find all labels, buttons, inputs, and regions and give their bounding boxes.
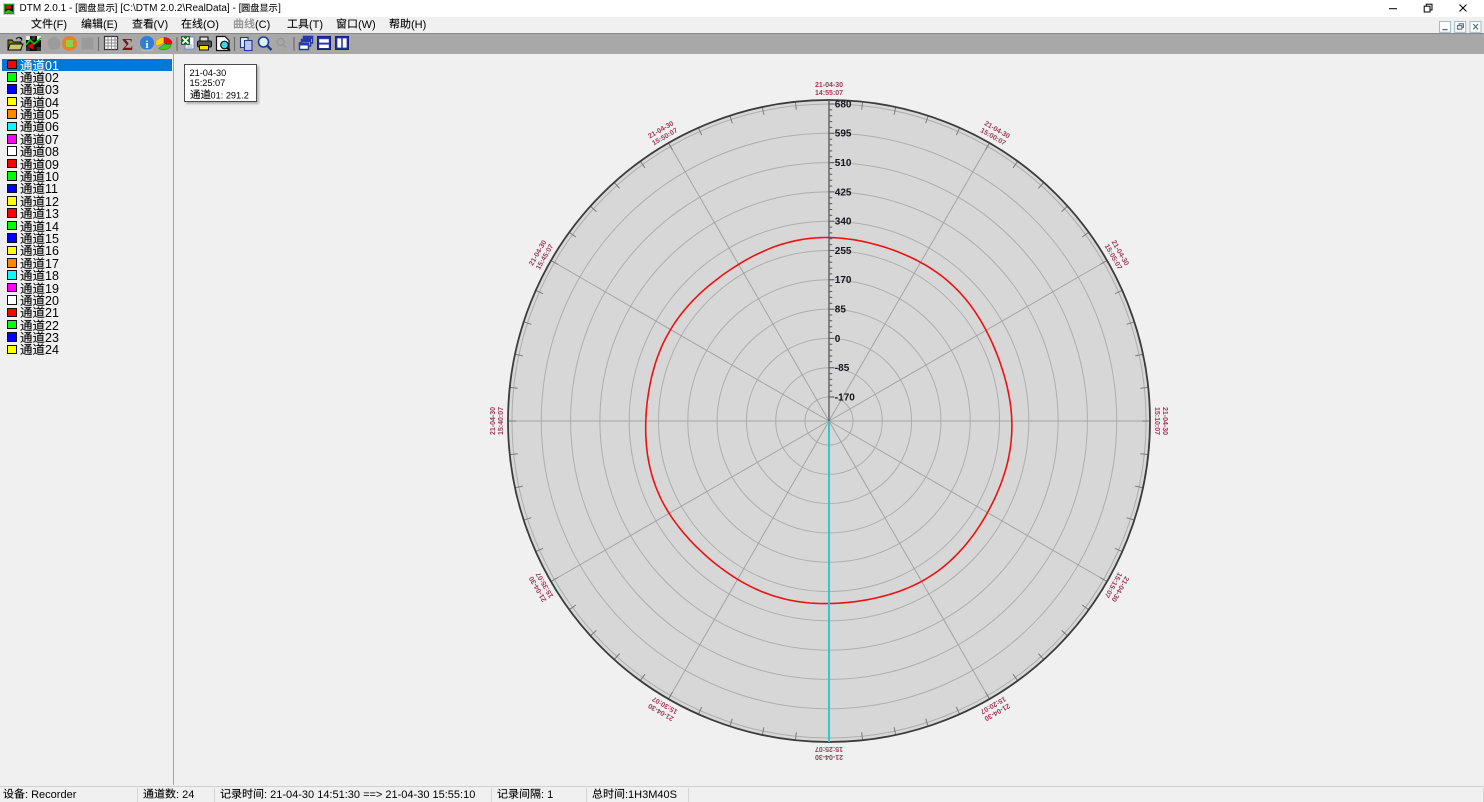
svg-text:0: 0 — [835, 334, 841, 345]
svg-text:21-04-30: 21-04-30 — [490, 407, 497, 435]
svg-text:21-04-30: 21-04-30 — [815, 82, 843, 89]
svg-text:340: 340 — [835, 217, 852, 228]
svg-text:14:55:07: 14:55:07 — [815, 90, 843, 97]
svg-text:425: 425 — [835, 187, 852, 198]
svg-text:510: 510 — [835, 158, 852, 169]
svg-text:15:40:07: 15:40:07 — [498, 407, 505, 435]
svg-text:-170: -170 — [835, 392, 855, 403]
svg-text:680: 680 — [835, 99, 852, 110]
svg-text:-85: -85 — [835, 363, 850, 374]
svg-text:15:25:07: 15:25:07 — [815, 745, 843, 752]
svg-text:595: 595 — [835, 129, 852, 140]
svg-text:170: 170 — [835, 275, 852, 286]
svg-text:21-04-30: 21-04-30 — [1161, 407, 1168, 435]
svg-text:255: 255 — [835, 246, 852, 257]
svg-text:85: 85 — [835, 305, 847, 316]
svg-text:15:10:07: 15:10:07 — [1153, 407, 1160, 435]
svg-text:21-04-30: 21-04-30 — [815, 753, 843, 760]
